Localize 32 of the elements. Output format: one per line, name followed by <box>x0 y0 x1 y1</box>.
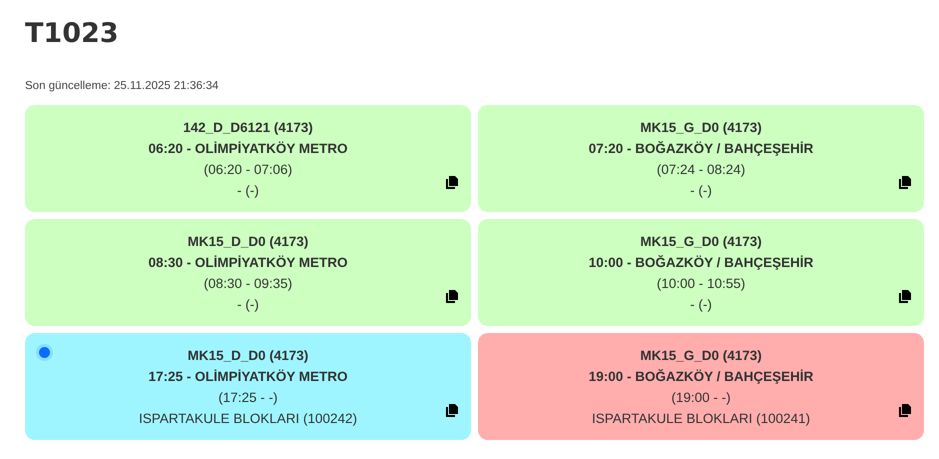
trip-times: (06:20 - 07:06) <box>204 161 292 179</box>
page-title: T1023 <box>25 17 120 51</box>
departure-route: 17:25 - OLİMPİYATKÖY METRO <box>148 368 348 386</box>
trip-times: (17:25 - -) <box>218 389 278 407</box>
copy-icon[interactable] <box>446 404 458 417</box>
copy-icon[interactable] <box>899 176 911 189</box>
trip-times: (08:30 - 09:35) <box>204 275 292 293</box>
trip-times: (10:00 - 10:55) <box>656 275 746 293</box>
copy-icon[interactable] <box>446 176 458 189</box>
route-code: 142_D_D6121 (4173) <box>183 119 313 137</box>
route-code: MK15_D_D0 (4173) <box>188 347 308 365</box>
route-code: MK15_G_D0 (4173) <box>640 119 762 137</box>
stop-name: - (-) <box>690 296 712 314</box>
departure-route: 07:20 - BOĞAZKÖY / BAHÇEŞEHİR <box>588 140 814 158</box>
route-code: MK15_G_D0 (4173) <box>640 233 762 251</box>
route-code: MK15_G_D0 (4173) <box>640 347 762 365</box>
trip-times: (07:24 - 08:24) <box>656 161 746 179</box>
stop-name: - (-) <box>237 182 259 200</box>
departure-route: 08:30 - OLİMPİYATKÖY METRO <box>148 254 348 272</box>
departure-route: 10:00 - BOĞAZKÖY / BAHÇEŞEHİR <box>588 254 814 272</box>
route-code: MK15_D_D0 (4173) <box>188 233 308 251</box>
copy-icon[interactable] <box>899 290 911 303</box>
last-update: Son güncelleme: 25.11.2025 21:36:34 <box>25 80 220 92</box>
departure-route: 19:00 - BOĞAZKÖY / BAHÇEŞEHİR <box>588 368 814 386</box>
stop-name: ISPARTAKULE BLOKLARI (100241) <box>592 410 810 428</box>
stop-name: - (-) <box>237 296 259 314</box>
departure-route: 06:20 - OLİMPİYATKÖY METRO <box>148 140 348 158</box>
copy-icon[interactable] <box>899 404 911 417</box>
stop-name: - (-) <box>690 182 712 200</box>
trip-times: (19:00 - -) <box>671 389 731 407</box>
stop-name: ISPARTAKULE BLOKLARI (100242) <box>138 410 358 428</box>
copy-icon[interactable] <box>446 290 458 303</box>
